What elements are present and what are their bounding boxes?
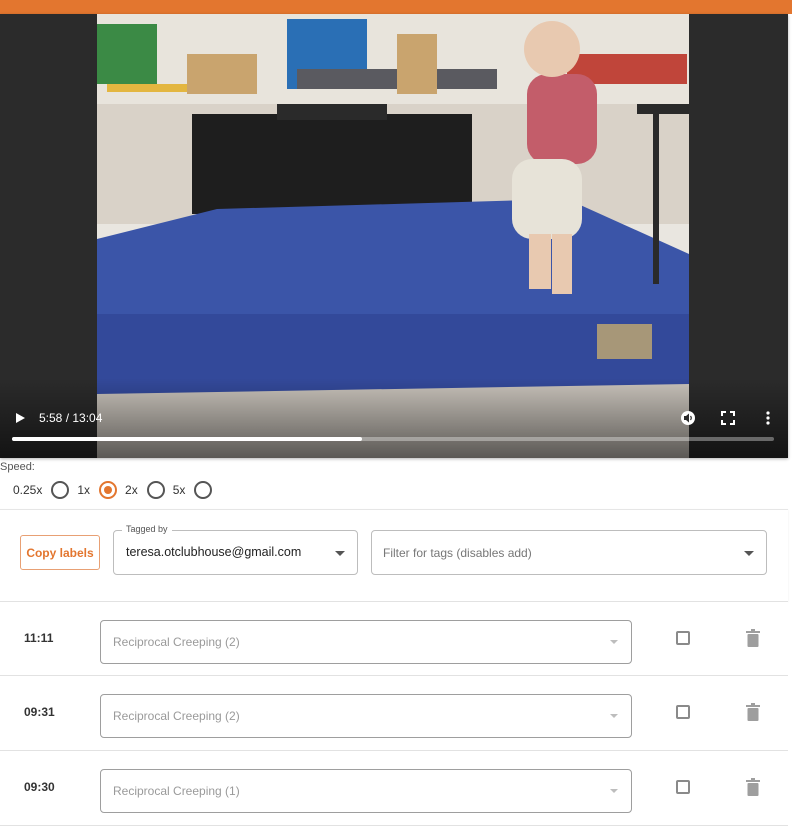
tag-row: 09:31 Reciprocal Creeping (2) (0, 676, 788, 751)
tag-list: 11:11 Reciprocal Creeping (2) 09:31 Reci… (0, 601, 788, 826)
speed-radio-5x[interactable] (194, 481, 213, 499)
tag-timestamp[interactable]: 11:11 (24, 631, 53, 645)
tag-checkbox[interactable] (676, 780, 690, 794)
progress-bar[interactable] (12, 437, 774, 441)
speed-option-5x[interactable]: 5x (173, 481, 213, 499)
fullscreen-button[interactable] (720, 410, 736, 426)
more-options-button[interactable] (760, 410, 776, 426)
tagged-by-value: teresa.otclubhouse@gmail.com (126, 545, 302, 559)
trash-icon (746, 703, 760, 721)
tagged-by-select[interactable]: Tagged by teresa.otclubhouse@gmail.com (113, 524, 358, 575)
delete-button[interactable] (746, 778, 760, 796)
volume-icon (681, 411, 695, 425)
tag-filter-select[interactable]: Filter for tags (disables add) (371, 530, 767, 575)
tag-filter-placeholder: Filter for tags (disables add) (383, 546, 532, 560)
time-display: 5:58 / 13:04 (39, 411, 103, 425)
top-accent-bar (0, 0, 792, 14)
controls-overlay (0, 378, 788, 458)
tag-label-select[interactable]: Reciprocal Creeping (1) (100, 769, 632, 813)
speed-radio-2x[interactable] (146, 481, 165, 499)
speed-radio-0-25x[interactable] (51, 481, 70, 499)
chevron-down-icon (610, 789, 618, 793)
speed-option-0-25x[interactable]: 0.25x (13, 481, 70, 499)
tag-label-value: Reciprocal Creeping (2) (113, 709, 240, 723)
chevron-down-icon (335, 551, 345, 556)
speed-option-label: 5x (172, 483, 186, 497)
speed-option-label: 1x (77, 483, 91, 497)
speed-options: 0.25x 1x 2x 5x (13, 481, 220, 499)
speed-option-2x[interactable]: 2x (125, 481, 165, 499)
tag-row: 09:30 Reciprocal Creeping (1) (0, 751, 788, 826)
trash-icon (746, 629, 760, 647)
progress-fill (12, 437, 362, 441)
chevron-down-icon (610, 714, 618, 718)
delete-button[interactable] (746, 629, 760, 647)
tag-timestamp[interactable]: 09:31 (24, 705, 55, 719)
chevron-down-icon (610, 640, 618, 644)
speed-label: Speed: (0, 461, 35, 473)
tagged-by-legend: Tagged by (122, 524, 172, 534)
chevron-down-icon (744, 551, 754, 556)
delete-button[interactable] (746, 703, 760, 721)
tag-label-select[interactable]: Reciprocal Creeping (2) (100, 694, 632, 738)
tag-checkbox[interactable] (676, 631, 690, 645)
tag-checkbox[interactable] (676, 705, 690, 719)
tag-label-value: Reciprocal Creeping (2) (113, 635, 240, 649)
play-button[interactable] (12, 410, 28, 426)
tag-toolbar: Copy labels Tagged by teresa.otclubhouse… (0, 509, 788, 601)
trash-icon (746, 778, 760, 796)
tag-row: 11:11 Reciprocal Creeping (2) (0, 601, 788, 676)
fullscreen-icon (721, 411, 735, 425)
play-icon (16, 413, 25, 423)
tag-label-select[interactable]: Reciprocal Creeping (2) (100, 620, 632, 664)
speed-option-label: 0.25x (13, 483, 43, 497)
tag-timestamp[interactable]: 09:30 (24, 780, 55, 794)
volume-button[interactable] (680, 410, 696, 426)
video-player[interactable]: 5:58 / 13:04 (0, 14, 788, 458)
copy-labels-button[interactable]: Copy labels (20, 535, 100, 570)
speed-radio-1x[interactable] (99, 481, 118, 499)
speed-option-1x[interactable]: 1x (77, 481, 118, 499)
speed-option-label: 2x (125, 483, 138, 497)
more-vert-icon (766, 411, 770, 425)
tag-label-value: Reciprocal Creeping (1) (113, 784, 240, 798)
